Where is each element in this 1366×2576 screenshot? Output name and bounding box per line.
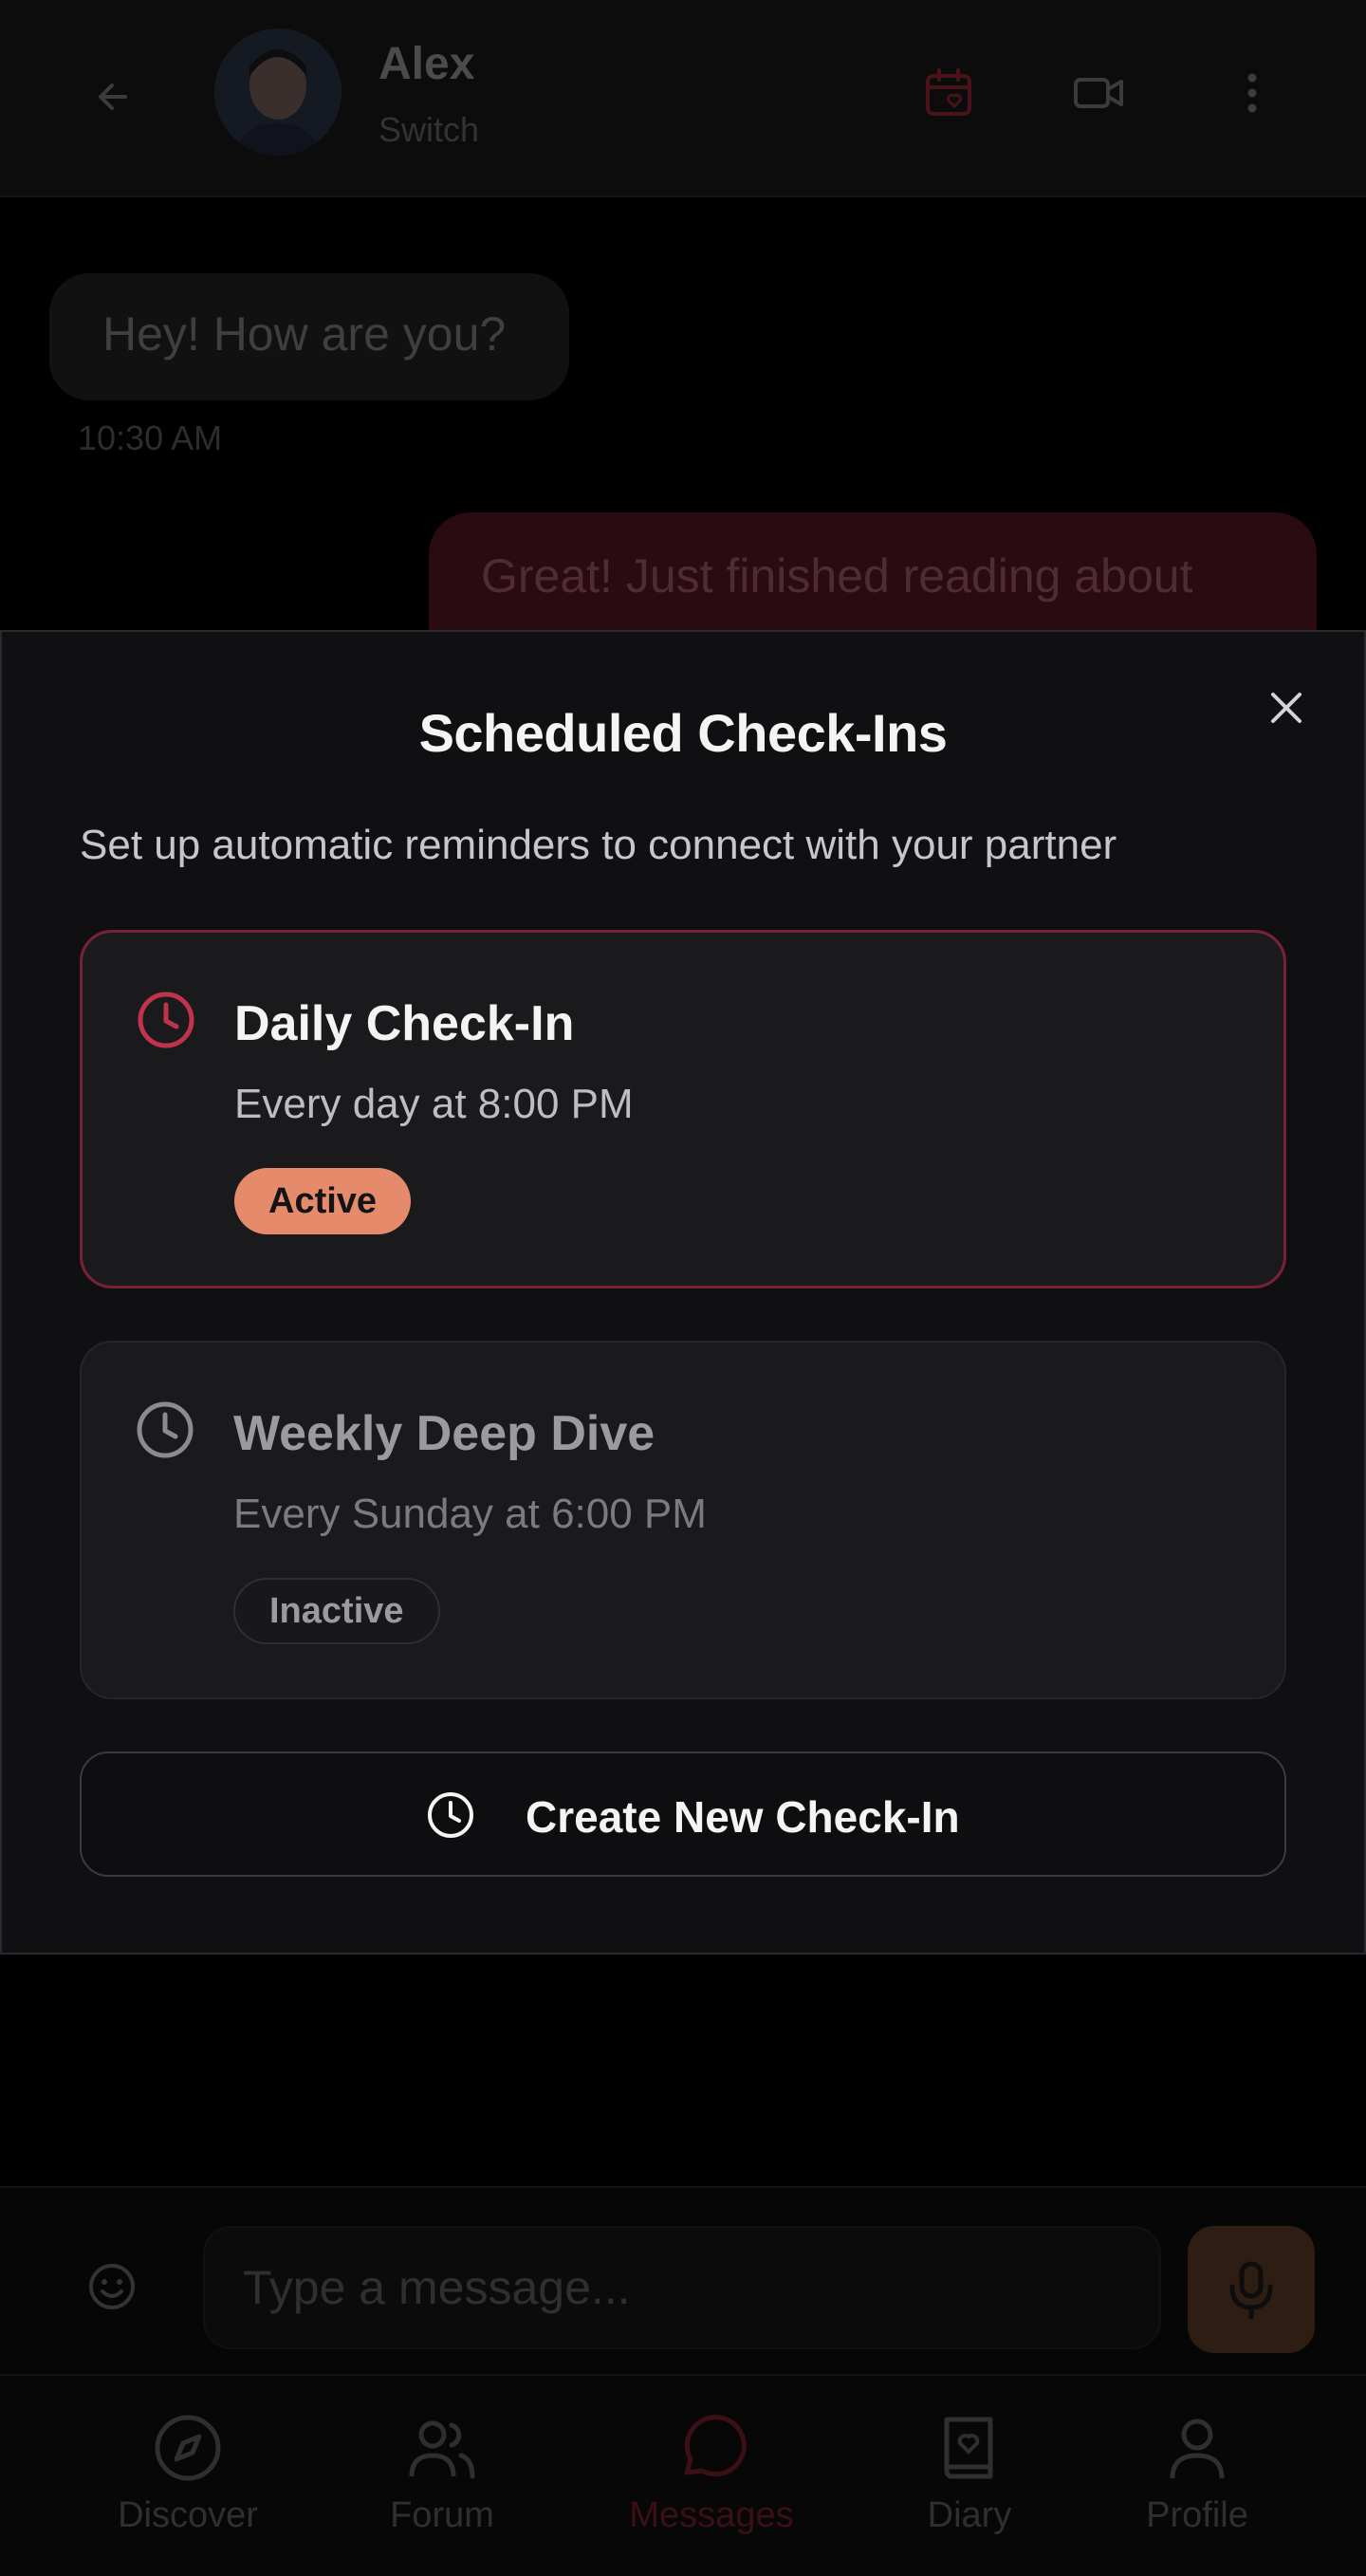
nav-item-messages[interactable]: Messages [607, 2410, 816, 2552]
video-call-button[interactable] [1068, 63, 1129, 123]
clock-icon [425, 1789, 476, 1841]
calendar-heart-icon [926, 68, 971, 116]
chat-bubble-icon [684, 2415, 747, 2477]
contact-name: Alex [378, 39, 475, 89]
nav-item-forum[interactable]: Forum [338, 2410, 546, 2552]
status-badge-active[interactable]: Active [234, 1168, 412, 1234]
checkin-card-weekly[interactable]: Weekly Deep Dive Every Sunday at 6:00 PM… [80, 1341, 1286, 1699]
voice-message-button[interactable] [1188, 2226, 1315, 2353]
scheduled-checkins-button[interactable] [918, 63, 979, 123]
message-timestamp: 10:30 AM [78, 418, 223, 457]
create-checkin-label: Create New Check-In [526, 1792, 960, 1842]
nav-label-profile: Profile [1146, 2495, 1248, 2535]
nav-item-diary[interactable]: Diary [865, 2410, 1074, 2552]
video-camera-icon [1074, 78, 1123, 108]
avatar-image [214, 28, 342, 156]
checkin-schedule: Every day at 8:00 PM [234, 1081, 634, 1127]
modal-subtitle: Set up automatic reminders to connect wi… [80, 822, 1117, 868]
modal-title: Scheduled Check-Ins [418, 703, 948, 763]
nav-label-diary: Diary [927, 2495, 1012, 2535]
avatar[interactable] [214, 28, 342, 156]
nav-label-discover: Discover [118, 2495, 258, 2535]
nav-item-profile[interactable]: Profile [1093, 2410, 1301, 2552]
smiley-icon [89, 2264, 135, 2309]
more-vertical-icon [1247, 73, 1257, 113]
back-button[interactable] [83, 66, 144, 127]
chat-header [0, 0, 1366, 197]
clock-icon [134, 988, 198, 1052]
contact-status: Switch [378, 110, 480, 149]
person-icon [1170, 2418, 1225, 2479]
outgoing-message-text: Great! Just finished reading about [481, 549, 1193, 602]
compass-icon [155, 2415, 221, 2481]
microphone-icon [1229, 2261, 1273, 2320]
incoming-message-text: Hey! How are you? [102, 307, 507, 361]
checkin-schedule: Every Sunday at 6:00 PM [233, 1491, 707, 1537]
more-options-button[interactable] [1224, 63, 1281, 123]
nav-item-discover[interactable]: Discover [83, 2410, 292, 2552]
clock-icon [133, 1398, 197, 1462]
emoji-button[interactable] [83, 2258, 140, 2315]
nav-label-messages: Messages [629, 2495, 794, 2535]
arrow-left-icon [99, 83, 127, 110]
checkin-title: Daily Check-In [234, 996, 575, 1051]
nav-label-forum: Forum [390, 2495, 494, 2535]
checkin-card-daily[interactable]: Daily Check-In Every day at 8:00 PM Acti… [80, 930, 1286, 1288]
book-heart-icon [944, 2417, 993, 2479]
status-badge-inactive[interactable]: Inactive [233, 1578, 440, 1644]
checkin-title: Weekly Deep Dive [233, 1406, 655, 1461]
message-input-placeholder: Type a message... [243, 2261, 631, 2314]
users-icon [409, 2420, 475, 2479]
